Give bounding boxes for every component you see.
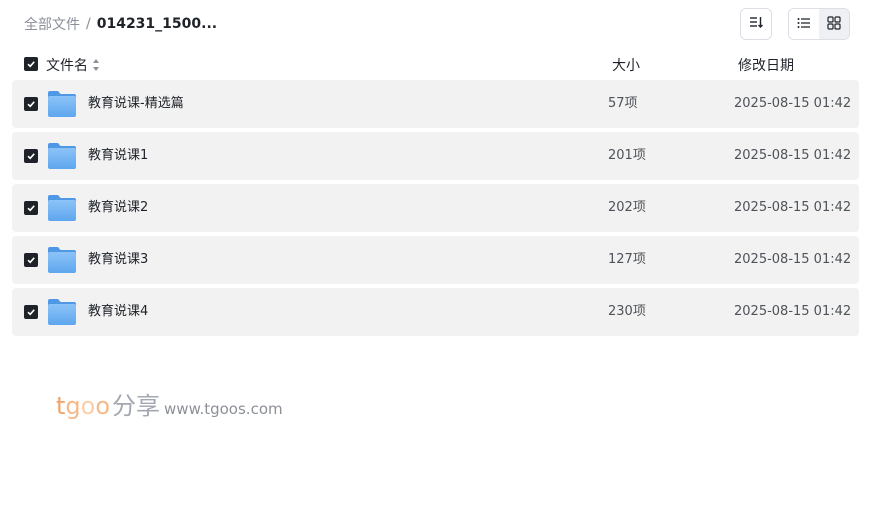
row-date: 2025-08-15 01:42	[734, 304, 852, 319]
row-date: 2025-08-15 01:42	[734, 200, 852, 215]
list-view-icon	[797, 15, 811, 34]
watermark-brand-o1: o	[80, 392, 96, 420]
row-size: 202项	[608, 200, 646, 215]
row-checkbox[interactable]	[24, 149, 38, 163]
row-size: 127项	[608, 252, 646, 267]
check-icon	[27, 309, 35, 316]
row-size: 57项	[608, 96, 638, 111]
table-row[interactable]: 教育说课-精选篇 57项 2025-08-15 01:42	[12, 80, 859, 128]
row-name[interactable]: 教育说课1	[88, 148, 148, 164]
column-header-date: 修改日期	[738, 58, 794, 74]
row-checkbox[interactable]	[24, 201, 38, 215]
breadcrumb-separator: /	[86, 16, 91, 32]
check-icon	[27, 257, 35, 264]
watermark: tgoo 分享 www.tgoos.com	[56, 386, 283, 420]
folder-icon	[48, 247, 76, 273]
table-row[interactable]: 教育说课1 201项 2025-08-15 01:42	[12, 132, 859, 180]
watermark-brand-t: t	[56, 392, 66, 420]
folder-icon	[48, 299, 76, 325]
view-switch	[788, 8, 850, 40]
sort-descending-icon	[748, 14, 764, 34]
row-size: 201项	[608, 148, 646, 163]
row-name[interactable]: 教育说课2	[88, 200, 148, 216]
breadcrumb: 全部文件 / 014231_1500...	[24, 14, 217, 34]
row-date: 2025-08-15 01:42	[734, 252, 852, 267]
check-icon	[27, 205, 35, 212]
folder-icon	[48, 91, 76, 117]
watermark-brand-o2: o	[95, 392, 111, 420]
watermark-url: www.tgoos.com	[164, 400, 283, 418]
watermark-brand-g: g	[65, 392, 81, 420]
check-icon	[27, 61, 35, 68]
breadcrumb-current-folder: 014231_1500...	[96, 16, 218, 32]
column-header-name[interactable]: 文件名	[46, 55, 100, 75]
file-browser: 全部文件 / 014231_1500... 文件名 大小 修改日期 教育说课-精…	[0, 0, 874, 514]
select-all-checkbox[interactable]	[24, 57, 38, 71]
folder-icon	[48, 143, 76, 169]
watermark-share-text: 分享	[112, 392, 161, 420]
sort-button[interactable]	[740, 8, 772, 40]
grid-view-icon	[827, 15, 841, 34]
grid-view-button[interactable]	[819, 9, 849, 39]
row-size: 230项	[608, 304, 646, 319]
row-name[interactable]: 教育说课4	[88, 304, 148, 320]
column-header-name-label: 文件名	[46, 58, 88, 74]
table-row[interactable]: 教育说课3 127项 2025-08-15 01:42	[12, 236, 859, 284]
row-checkbox[interactable]	[24, 97, 38, 111]
row-date: 2025-08-15 01:42	[734, 148, 852, 163]
row-checkbox[interactable]	[24, 305, 38, 319]
check-icon	[27, 101, 35, 108]
row-name[interactable]: 教育说课3	[88, 252, 148, 268]
folder-icon	[48, 195, 76, 221]
row-date: 2025-08-15 01:42	[734, 96, 852, 111]
table-row[interactable]: 教育说课4 230项 2025-08-15 01:42	[12, 288, 859, 336]
table-row[interactable]: 教育说课2 202项 2025-08-15 01:42	[12, 184, 859, 232]
column-header-size: 大小	[612, 58, 640, 74]
sort-toggle-icon[interactable]	[93, 59, 100, 71]
table-header: 文件名 大小 修改日期	[0, 52, 874, 76]
list-view-button[interactable]	[789, 9, 819, 39]
row-checkbox[interactable]	[24, 253, 38, 267]
row-name[interactable]: 教育说课-精选篇	[88, 96, 184, 112]
breadcrumb-root-link[interactable]: 全部文件	[24, 14, 80, 34]
check-icon	[27, 153, 35, 160]
